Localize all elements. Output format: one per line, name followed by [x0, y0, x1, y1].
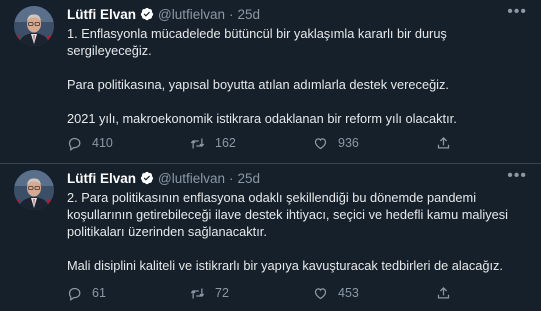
- avatar-portrait-icon: [14, 170, 54, 210]
- tweet-time[interactable]: 25d: [238, 7, 261, 22]
- avatar[interactable]: [14, 170, 54, 210]
- tweet-time[interactable]: 25d: [238, 171, 261, 186]
- tweet-text: 1. Enflasyonla mücadelede bütüncül bir y…: [67, 25, 531, 127]
- author-name[interactable]: Lütfi Elvan: [67, 7, 136, 22]
- more-options-icon[interactable]: •••: [507, 3, 527, 21]
- retweet-button[interactable]: 162: [190, 136, 236, 151]
- share-icon: [437, 136, 450, 149]
- retweet-count: 162: [215, 136, 236, 150]
- share-button[interactable]: [436, 136, 461, 151]
- like-count: 453: [338, 286, 359, 300]
- more-options-icon[interactable]: •••: [507, 167, 527, 185]
- reply-count: 61: [92, 286, 106, 300]
- separator-dot: ·: [229, 6, 234, 22]
- tweet-paragraph: 2021 yılı, makroekonomik istikrara odakl…: [67, 111, 457, 126]
- tweet-paragraph: Mali disiplini kaliteli ve istikrarlı bi…: [67, 258, 503, 273]
- tweet-paragraph: Para politikasına, yapısal boyutta atıla…: [67, 77, 449, 92]
- tweet[interactable]: Lütfi Elvan @lutfielvan · 25d 1. Enflasy…: [0, 0, 541, 164]
- verified-badge-icon: [140, 7, 154, 21]
- tweet-header: Lütfi Elvan @lutfielvan · 25d: [67, 5, 260, 23]
- author-handle[interactable]: @lutfielvan: [158, 171, 225, 186]
- author-name[interactable]: Lütfi Elvan: [67, 171, 136, 186]
- share-icon: [437, 286, 450, 299]
- reply-button[interactable]: 61: [67, 286, 106, 301]
- retweet-icon: [190, 288, 205, 299]
- separator-dot: ·: [229, 170, 234, 186]
- like-button[interactable]: 936: [313, 136, 359, 151]
- retweet-button[interactable]: 72: [190, 286, 229, 301]
- author-handle[interactable]: @lutfielvan: [158, 7, 225, 22]
- tweet-header: Lütfi Elvan @lutfielvan · 25d: [67, 169, 260, 187]
- avatar-portrait-icon: [14, 6, 54, 46]
- reply-button[interactable]: 410: [67, 136, 113, 151]
- verified-badge-icon: [140, 171, 154, 185]
- tweet-paragraph: 2. Para politikasının enflasyona odaklı …: [67, 190, 508, 239]
- share-button[interactable]: [436, 286, 461, 301]
- reply-count: 410: [92, 136, 113, 150]
- tweet-paragraph: 1. Enflasyonla mücadelede bütüncül bir y…: [67, 26, 447, 58]
- tweet-text: 2. Para politikasının enflasyona odaklı …: [67, 189, 531, 274]
- reply-icon: [68, 287, 81, 301]
- tweet-actions: 410 162 936: [67, 136, 531, 156]
- tweet[interactable]: Lütfi Elvan @lutfielvan · 25d 2. Para po…: [0, 164, 541, 311]
- retweet-count: 72: [215, 286, 229, 300]
- like-count: 936: [338, 136, 359, 150]
- heart-icon: [314, 288, 327, 300]
- like-button[interactable]: 453: [313, 286, 359, 301]
- reply-icon: [68, 137, 81, 151]
- tweet-actions: 61 72 453: [67, 286, 531, 306]
- retweet-icon: [190, 138, 205, 149]
- heart-icon: [314, 138, 327, 150]
- avatar[interactable]: [14, 6, 54, 46]
